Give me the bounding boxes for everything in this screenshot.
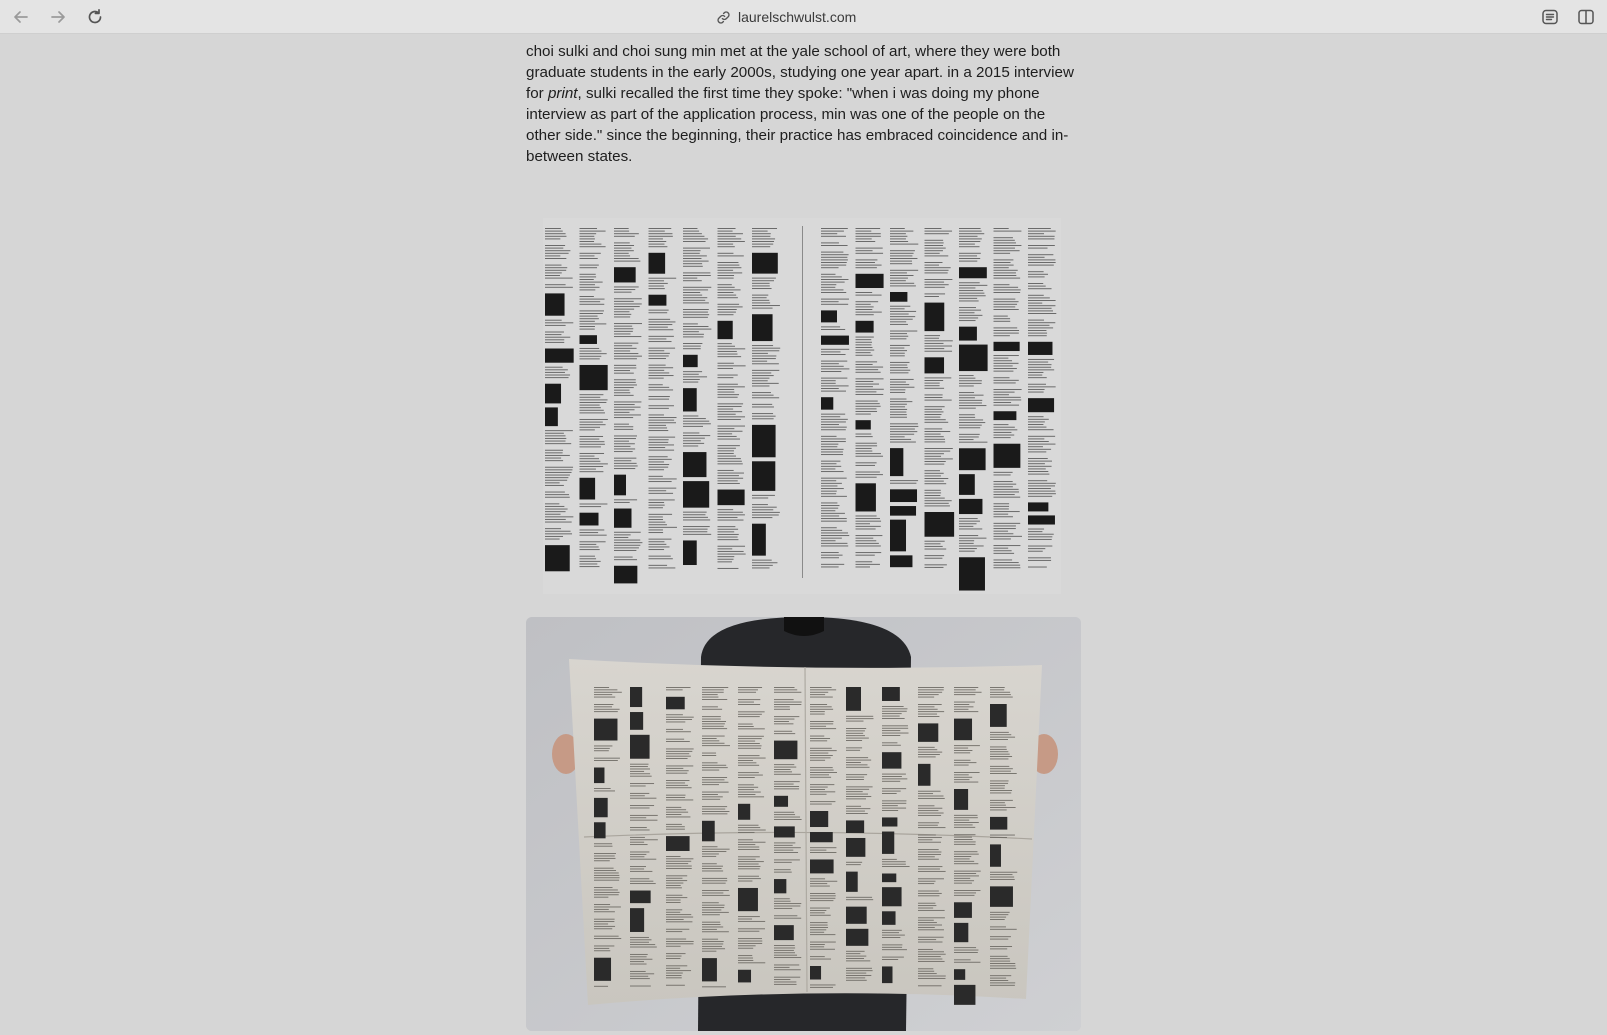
newspaper-spread-graphic [545,226,1057,591]
forward-button[interactable] [45,4,71,30]
browser-toolbar: laurelschwulst.com [0,0,1607,34]
sidebar-icon [1578,9,1594,25]
para-text-2: , sulki recalled the first time they spo… [526,85,1069,165]
person-holding-newspaper-photo [526,617,1081,1031]
print-title: print [547,85,578,102]
reader-icon [1542,9,1558,25]
back-button[interactable] [8,4,34,30]
reload-button[interactable] [82,4,108,30]
reader-button[interactable] [1537,4,1563,30]
photo-graphic [526,617,1081,1031]
link-icon [717,10,730,24]
arrow-left-icon [14,11,28,23]
url-text: laurelschwulst.com [738,9,857,25]
reload-icon [88,8,102,24]
article-paragraph: choi sulki and choi sung min met at the … [526,41,1082,167]
newspaper-spread-image [543,218,1061,594]
address-bar[interactable]: laurelschwulst.com [716,8,856,26]
arrow-right-icon [51,11,65,23]
article-content: choi sulki and choi sung min met at the … [526,41,1082,167]
sidebar-button[interactable] [1573,4,1599,30]
